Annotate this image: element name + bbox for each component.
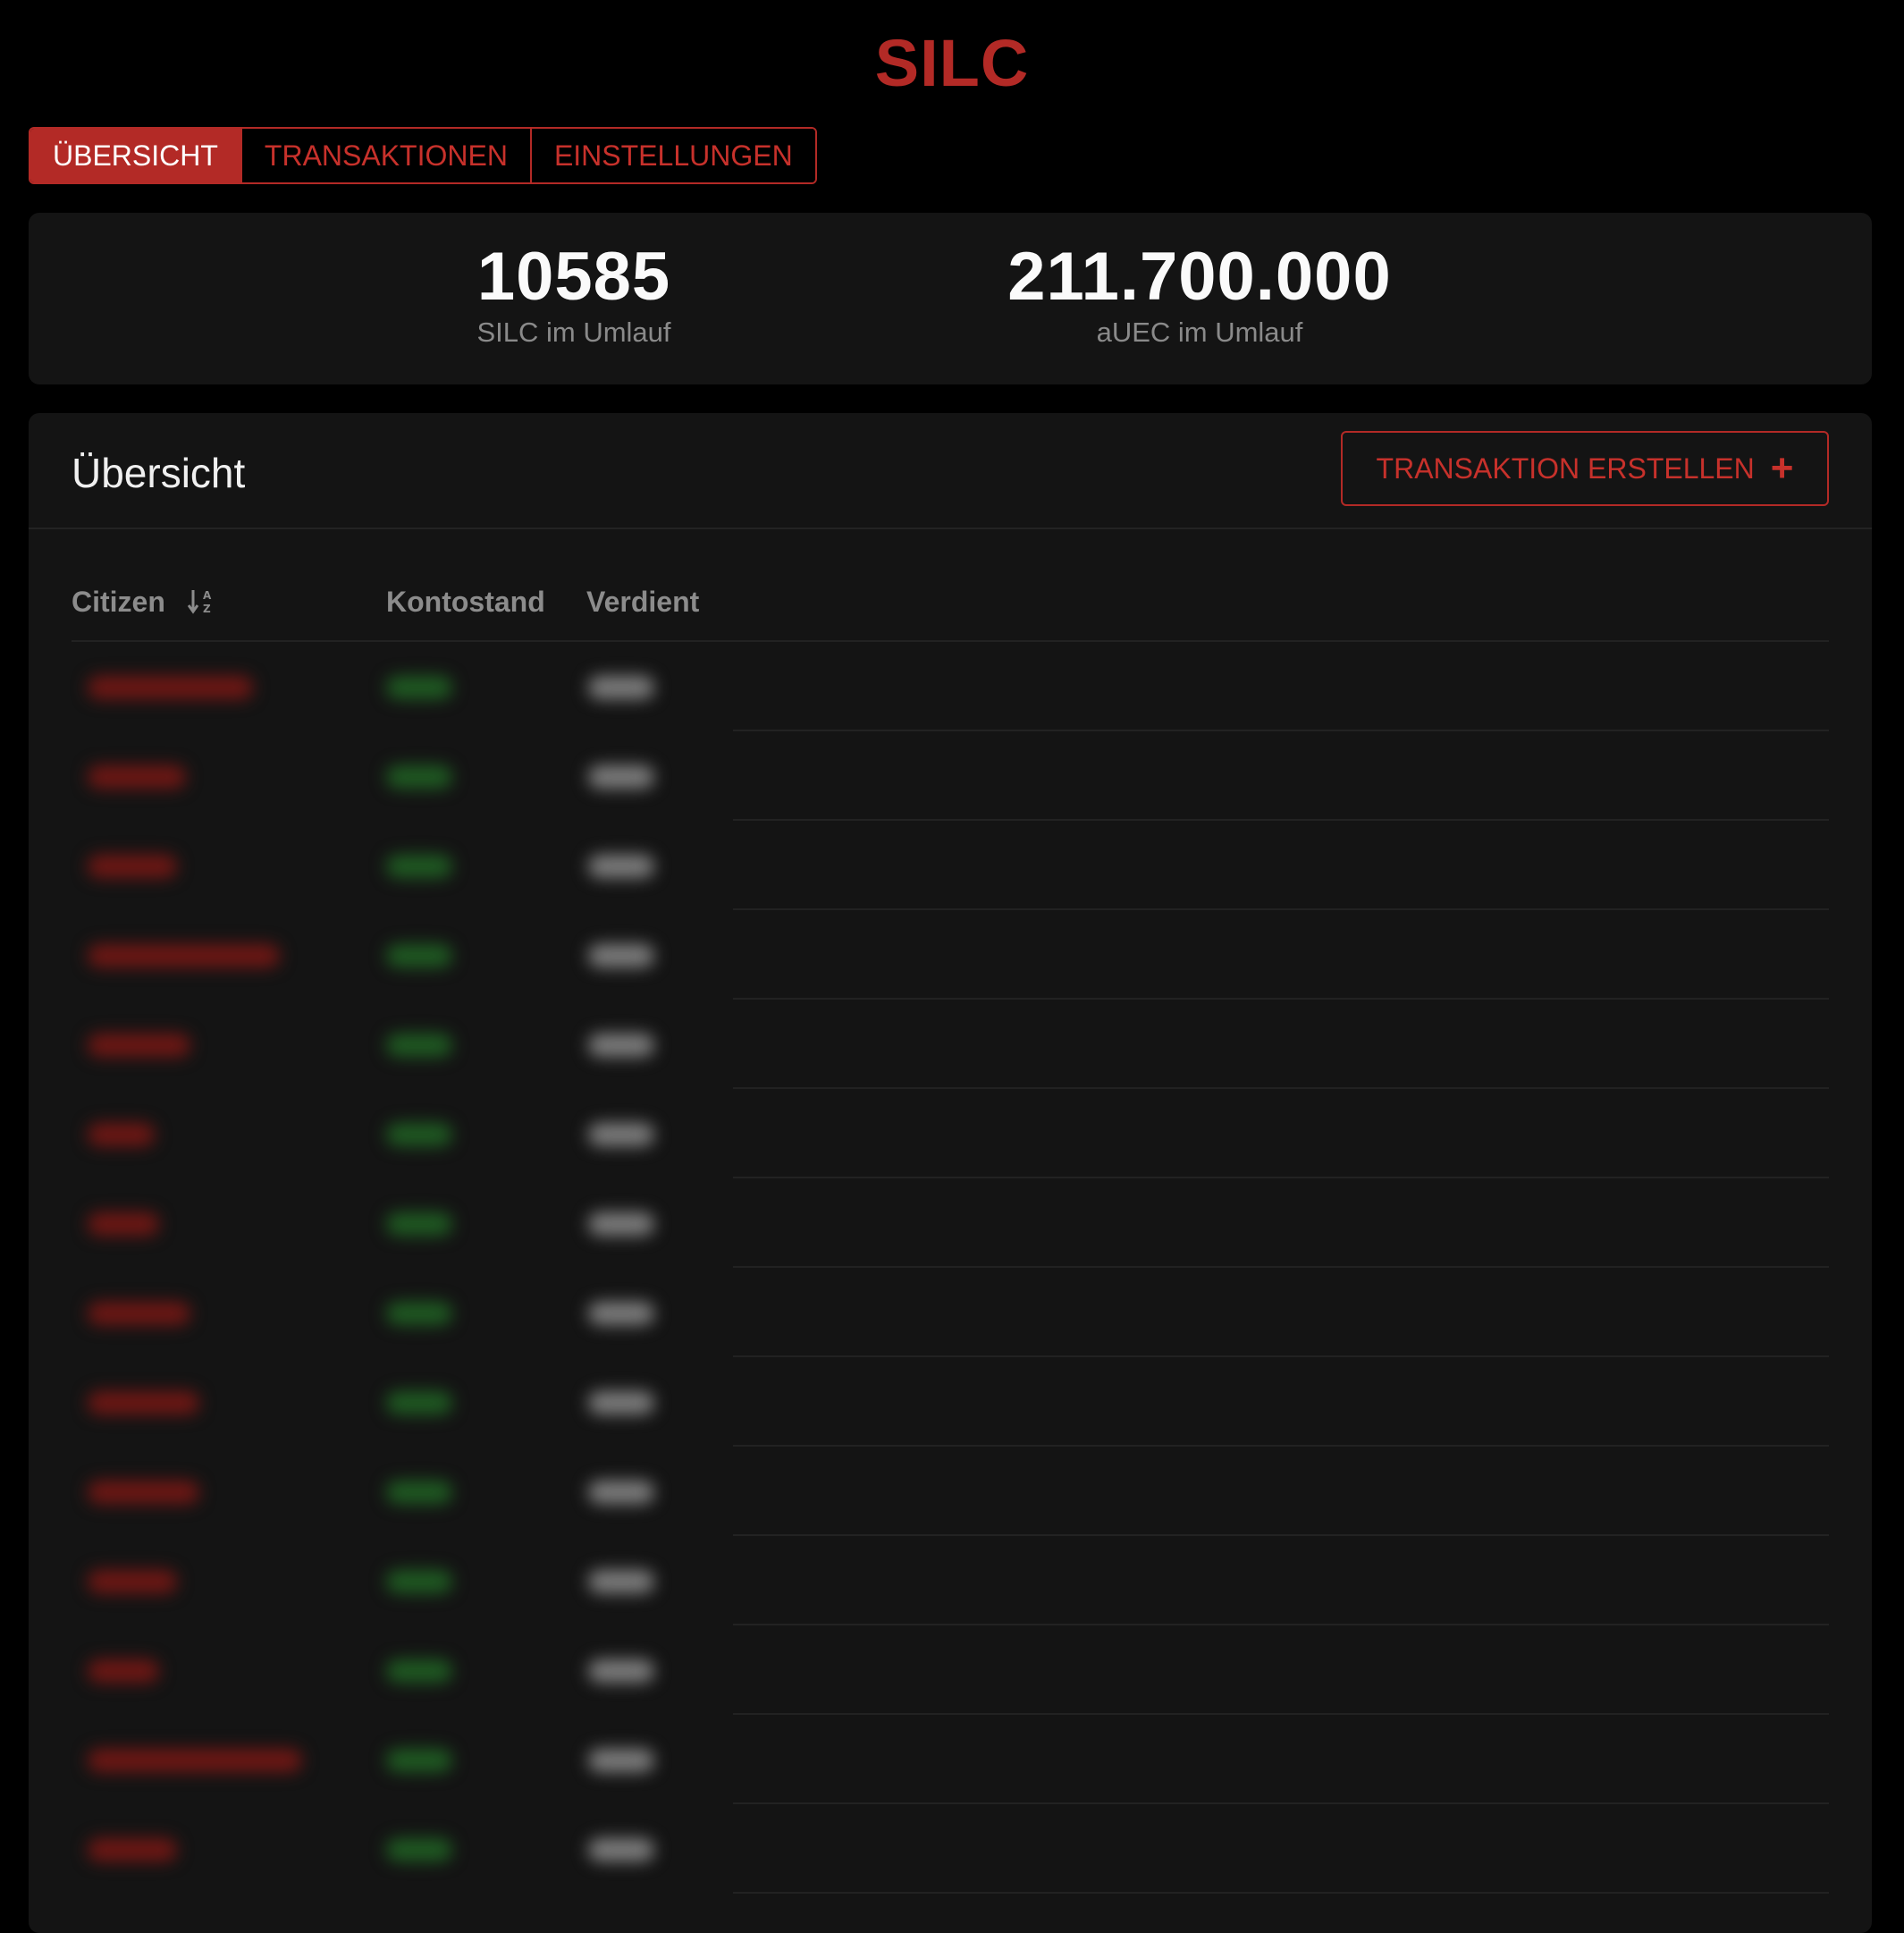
app-title: SILC <box>874 26 1030 100</box>
auec-stat: 211.700.000 aUEC im Umlauf <box>887 240 1512 350</box>
overview-header: Übersicht TRANSAKTION ERSTELLEN + <box>29 413 1872 529</box>
plus-icon: + <box>1770 446 1794 490</box>
svg-text:A: A <box>203 589 212 602</box>
create-transaction-button[interactable]: TRANSAKTION ERSTELLEN + <box>1341 431 1829 506</box>
citizen-name-cell <box>88 1481 199 1504</box>
citizen-name-cell <box>88 855 177 878</box>
balance-cell <box>386 1570 452 1593</box>
citizen-name-cell <box>88 1838 177 1861</box>
citizen-name-cell <box>88 765 186 789</box>
earned-cell <box>588 1659 654 1683</box>
overview-title: Übersicht <box>72 450 246 496</box>
citizen-name-cell <box>88 1749 302 1772</box>
table-row[interactable] <box>72 1804 1829 1894</box>
table-row[interactable] <box>72 731 1829 821</box>
table-header: Citizen A Z Kontostand Verdient <box>72 570 1829 642</box>
table-row[interactable] <box>72 1625 1829 1715</box>
overview-card: Übersicht TRANSAKTION ERSTELLEN + Citize… <box>29 413 1872 1933</box>
auec-circulation-label: aUEC im Umlauf <box>1096 317 1303 348</box>
create-transaction-label: TRANSAKTION ERSTELLEN <box>1376 452 1755 485</box>
citizen-name-cell <box>88 1123 155 1146</box>
balance-cell <box>386 1481 452 1504</box>
silc-circulation-label: SILC im Umlauf <box>476 317 671 348</box>
balance-cell <box>386 1659 452 1683</box>
balance-cell <box>386 855 452 878</box>
table-row[interactable] <box>72 821 1829 910</box>
tab-uebersicht[interactable]: ÜBERSICHT <box>30 129 242 182</box>
tab-einstellungen[interactable]: EINSTELLUNGEN <box>531 129 815 182</box>
earned-cell <box>588 1034 654 1057</box>
table-row[interactable] <box>72 1089 1829 1178</box>
balance-cell <box>386 1749 452 1772</box>
earned-cell <box>588 1212 654 1236</box>
balance-cell <box>386 1838 452 1861</box>
row-divider <box>733 1892 1829 1894</box>
table-row[interactable] <box>72 1715 1829 1804</box>
column-header-citizen[interactable]: Citizen A Z <box>72 579 216 627</box>
table-row[interactable] <box>72 910 1829 1000</box>
table-row[interactable] <box>72 642 1829 731</box>
table-row[interactable] <box>72 1536 1829 1625</box>
svg-text:Z: Z <box>203 603 211 614</box>
earned-cell <box>588 1481 654 1504</box>
balance-cell <box>386 1212 452 1236</box>
balance-cell <box>386 1034 452 1057</box>
auec-circulation-value: 211.700.000 <box>1007 239 1392 315</box>
balance-cell <box>386 944 452 967</box>
earned-cell <box>588 1302 654 1325</box>
balance-cell <box>386 1123 452 1146</box>
earned-cell <box>588 1570 654 1593</box>
citizen-name-cell <box>88 1391 199 1414</box>
column-header-verdient[interactable]: Verdient <box>586 579 699 624</box>
earned-cell <box>588 765 654 789</box>
earned-cell <box>588 1391 654 1414</box>
earned-cell <box>588 676 654 699</box>
earned-cell <box>588 944 654 967</box>
earned-cell <box>588 855 654 878</box>
table-body <box>72 642 1829 1894</box>
balance-cell <box>386 1302 452 1325</box>
tab-transaktionen[interactable]: TRANSAKTIONEN <box>241 129 532 182</box>
table-row[interactable] <box>72 1000 1829 1089</box>
table-row[interactable] <box>72 1268 1829 1357</box>
citizen-name-cell <box>88 944 280 967</box>
table-row[interactable] <box>72 1178 1829 1268</box>
silc-circulation-value: 10585 <box>476 239 671 315</box>
column-citizen-label: Citizen <box>72 586 165 618</box>
earned-cell <box>588 1123 654 1146</box>
citizen-name-cell <box>88 1302 190 1325</box>
silc-stat: 10585 SILC im Umlauf <box>261 240 887 350</box>
sort-alpha-down-icon[interactable]: A Z <box>187 582 216 627</box>
citizen-name-cell <box>88 676 253 699</box>
balance-cell <box>386 676 452 699</box>
table-row[interactable] <box>72 1357 1829 1447</box>
main-tabs: ÜBERSICHT TRANSAKTIONEN EINSTELLUNGEN <box>29 127 817 184</box>
citizen-name-cell <box>88 1659 159 1683</box>
balance-cell <box>386 1391 452 1414</box>
balance-cell <box>386 765 452 789</box>
table-row[interactable] <box>72 1447 1829 1536</box>
citizen-name-cell <box>88 1570 177 1593</box>
earned-cell <box>588 1749 654 1772</box>
citizen-name-cell <box>88 1034 190 1057</box>
stats-card: 10585 SILC im Umlauf 211.700.000 aUEC im… <box>29 213 1872 384</box>
earned-cell <box>588 1838 654 1861</box>
citizen-name-cell <box>88 1212 159 1236</box>
citizen-table: Citizen A Z Kontostand Verdient <box>72 570 1829 1894</box>
column-header-kontostand[interactable]: Kontostand <box>386 579 545 624</box>
